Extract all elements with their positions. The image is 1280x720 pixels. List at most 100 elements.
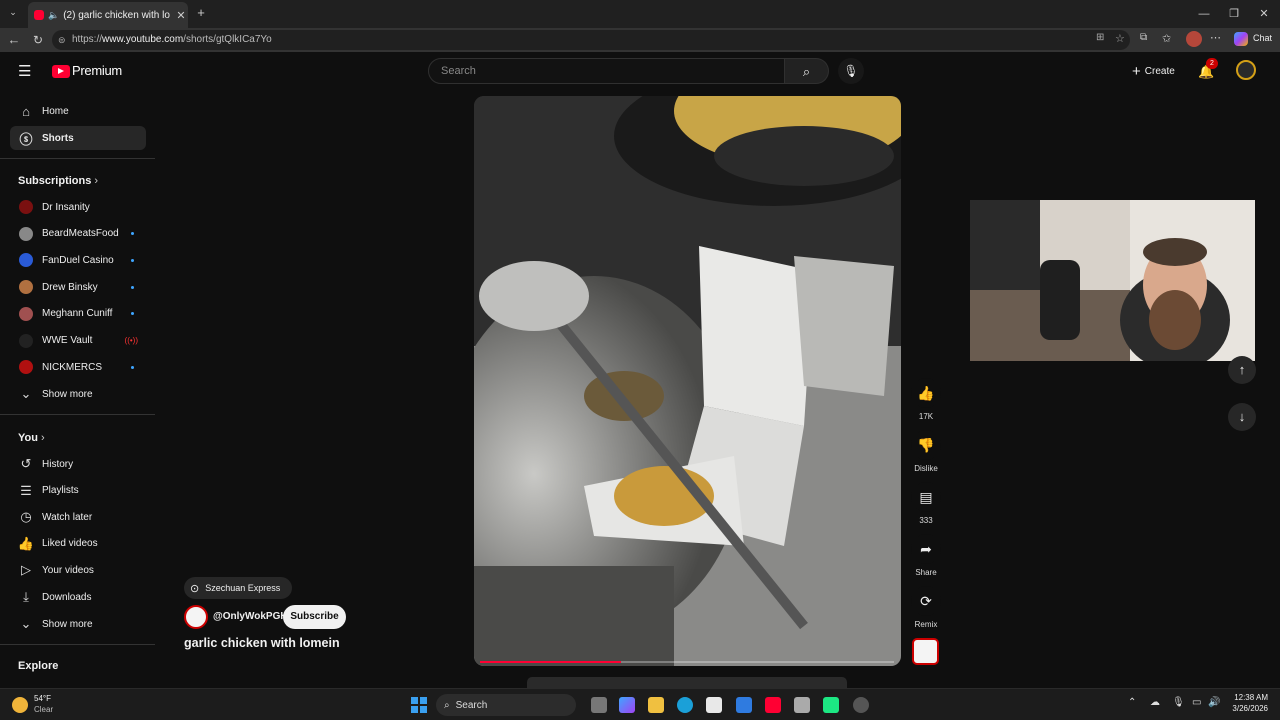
volume-icon[interactable]: 🔊 xyxy=(1208,697,1220,708)
channel-avatar xyxy=(19,306,33,321)
app-available-icon[interactable]: ⊞ xyxy=(1096,32,1110,48)
sidebar-subscription-item[interactable]: FanDuel Casino xyxy=(10,248,146,272)
next-short-button[interactable]: ↓ xyxy=(1228,403,1256,431)
voice-search-button[interactable]: 🎙 xyxy=(838,58,864,84)
windows-taskbar: 54°F Clear ⌕ Search ⌃ ☁ 🎙 ▭ 🔊 12:38 AM 3… xyxy=(0,688,1280,720)
chat-label[interactable]: Chat xyxy=(1253,33,1272,43)
copilot-icon[interactable] xyxy=(1234,32,1248,46)
youtube-app-icon[interactable] xyxy=(765,697,781,713)
sidebar-item-label: Show more xyxy=(42,388,93,400)
sidebar-item-playlists[interactable]: ☰ Playlists xyxy=(10,479,146,503)
onedrive-icon[interactable]: ☁ xyxy=(1150,697,1160,708)
like-count: 17K xyxy=(918,412,934,421)
mail-icon[interactable] xyxy=(736,697,752,713)
sidebar-item-watch-later[interactable]: ◷ Watch later xyxy=(10,505,146,529)
tab-title: (2) garlic chicken with lomein xyxy=(63,9,170,21)
search-button[interactable]: ⌕ xyxy=(785,58,829,84)
share-label: Share xyxy=(915,568,937,577)
extensions-icon[interactable]: ⧉ xyxy=(1140,32,1154,48)
like-button[interactable]: 👍 17K xyxy=(911,378,941,421)
hulu-icon[interactable] xyxy=(823,697,839,713)
sidebar-subscription-item[interactable]: BeardMeatsFood xyxy=(10,222,146,246)
url-prefix: https:// xyxy=(72,34,103,45)
plus-icon: + xyxy=(1132,62,1141,80)
address-bar[interactable]: ⊜ https://www.youtube.com/shorts/gtQlkIC… xyxy=(52,30,1130,50)
short-video-player[interactable] xyxy=(474,96,901,666)
weather-moon-icon[interactable] xyxy=(12,697,28,713)
subscriptions-heading[interactable]: Subscriptions › xyxy=(18,175,98,187)
comments-button[interactable]: ▤ 333 xyxy=(911,482,941,525)
explore-heading: Explore xyxy=(18,660,59,672)
task-view-icon[interactable] xyxy=(591,697,607,713)
sidebar-item-history[interactable]: ↺ History xyxy=(10,452,146,476)
microphone-icon[interactable]: 🎙 xyxy=(1172,697,1185,708)
sidebar-subscription-item[interactable]: Dr Insanity xyxy=(10,195,146,219)
show-hidden-icons-icon[interactable]: ⌃ xyxy=(1128,697,1136,708)
share-icon: ➦ xyxy=(920,540,932,557)
search-input[interactable]: Search xyxy=(428,58,785,84)
restore-icon[interactable]: ❐ xyxy=(1226,6,1242,22)
minimize-icon[interactable]: — xyxy=(1196,6,1212,22)
sidebar-show-more-subscriptions[interactable]: ⌄ Show more xyxy=(10,382,146,406)
browser-tab[interactable]: 🔈 (2) garlic chicken with lomein ✕ xyxy=(28,2,188,28)
tab-actions-icon[interactable]: ⌄ xyxy=(6,7,20,21)
sidebar-item-home[interactable]: ⌂ Home xyxy=(10,99,146,123)
new-tab-icon[interactable]: + xyxy=(194,6,208,20)
weather-temp[interactable]: 54°F xyxy=(34,694,51,703)
dislike-button[interactable]: 👎 Dislike xyxy=(911,430,941,473)
sidebar-subscription-item[interactable]: Meghann Cuniff xyxy=(10,302,146,326)
windows-start-icon[interactable] xyxy=(411,697,427,713)
site-info-icon[interactable]: ⊜ xyxy=(58,30,66,50)
youtube-logo-icon[interactable] xyxy=(52,65,70,78)
sidebar-item-label: Your videos xyxy=(42,564,94,576)
you-heading[interactable]: You › xyxy=(18,432,45,444)
favorite-star-icon[interactable]: ☆ xyxy=(1115,32,1129,48)
notifications-button[interactable]: 🔔 2 xyxy=(1198,58,1218,80)
favorites-icon[interactable]: ✩ xyxy=(1162,32,1176,48)
video-progress-track[interactable] xyxy=(480,661,894,663)
channel-avatar xyxy=(19,253,33,268)
new-content-dot xyxy=(131,312,134,316)
profile-avatar[interactable] xyxy=(1186,31,1202,47)
create-button[interactable]: + Create xyxy=(1126,58,1188,84)
share-button[interactable]: ➦ Share xyxy=(911,534,941,577)
short-title[interactable]: garlic chicken with lomein xyxy=(184,636,340,650)
sidebar-subscription-item[interactable]: WWE Vault ((•)) xyxy=(10,329,146,353)
refresh-icon[interactable]: ↻ xyxy=(30,32,46,48)
chevron-down-icon: ⌄ xyxy=(20,616,32,631)
close-tab-icon[interactable]: ✕ xyxy=(174,9,188,22)
close-window-icon[interactable]: ✕ xyxy=(1256,6,1272,22)
location-chip[interactable]: ⊙ Szechuan Express xyxy=(184,577,293,599)
edge-browser-icon[interactable] xyxy=(677,697,693,713)
channel-handle[interactable]: @OnlyWokPGH xyxy=(213,611,288,622)
clock-time[interactable]: 12:38 AM xyxy=(1228,693,1268,702)
sidebar-subscription-item[interactable]: Drew Binsky xyxy=(10,275,146,299)
store-icon[interactable] xyxy=(706,697,722,713)
account-avatar[interactable] xyxy=(1236,60,1256,80)
sound-thumbnail[interactable] xyxy=(912,638,939,665)
sidebar-item-liked-videos[interactable]: 👍 Liked videos xyxy=(10,532,146,556)
app-icon[interactable] xyxy=(853,697,869,713)
sidebar-subscription-item[interactable]: NICKMERCS xyxy=(10,355,146,379)
youtube-premium-logo-text[interactable]: Premium xyxy=(72,63,122,78)
new-content-dot xyxy=(131,258,134,262)
network-icon[interactable]: ▭ xyxy=(1192,697,1201,708)
app-icon[interactable] xyxy=(794,697,810,713)
file-explorer-icon[interactable] xyxy=(648,697,664,713)
subscribe-button[interactable]: Subscribe xyxy=(283,605,346,629)
menu-icon[interactable]: ☰ xyxy=(18,64,36,80)
channel-avatar[interactable] xyxy=(184,605,208,629)
previous-short-button[interactable]: ↑ xyxy=(1228,356,1256,384)
speaker-icon[interactable]: 🔈 xyxy=(48,10,59,21)
clock-date[interactable]: 3/26/2026 xyxy=(1228,704,1268,713)
taskbar-search[interactable]: ⌕ Search xyxy=(436,694,576,716)
sidebar-item-your-videos[interactable]: ▷ Your videos xyxy=(10,558,146,582)
back-icon[interactable]: ← xyxy=(6,32,22,48)
remix-button[interactable]: ⟳ Remix xyxy=(911,586,941,629)
copilot-taskbar-icon[interactable] xyxy=(619,697,635,713)
sidebar-item-downloads[interactable]: ⤓ Downloads xyxy=(10,585,146,609)
sidebar-item-shorts[interactable]: ⓢ Shorts xyxy=(10,126,146,150)
sidebar-show-more-you[interactable]: ⌄ Show more xyxy=(10,612,146,636)
clock-icon: ◷ xyxy=(20,509,32,525)
more-options-icon[interactable]: ⋯ xyxy=(1210,31,1224,47)
